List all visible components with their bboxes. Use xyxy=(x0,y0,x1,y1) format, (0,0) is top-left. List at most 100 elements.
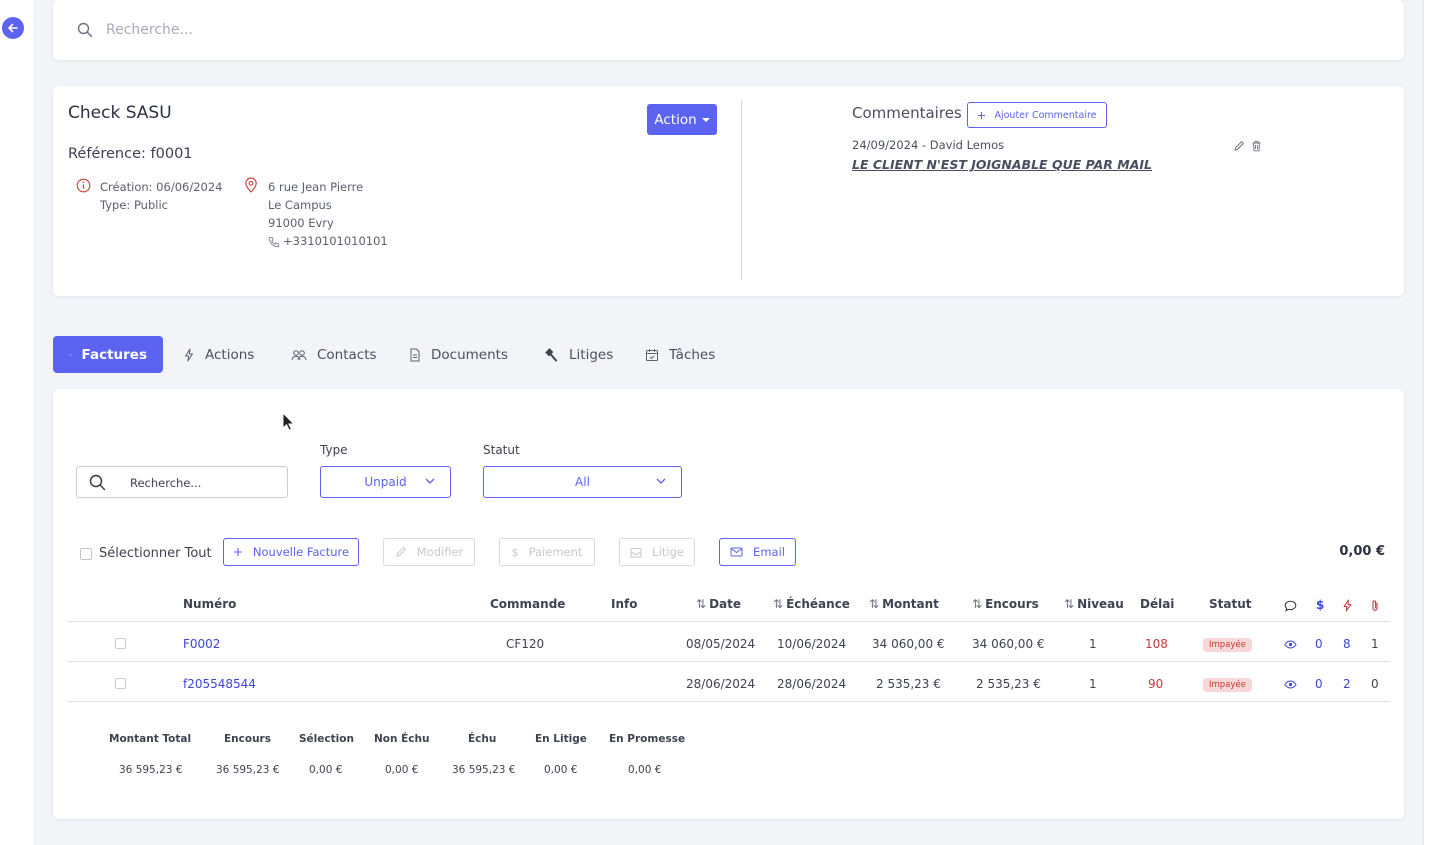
pencil-icon xyxy=(396,546,406,557)
comment-bubble-icon xyxy=(1284,600,1297,612)
action-count: 2 xyxy=(1343,677,1351,691)
col-statut[interactable]: Statut xyxy=(1209,597,1252,611)
due-date: 10/06/2024 xyxy=(777,637,847,651)
phone-number: +3310101010101 xyxy=(283,234,388,248)
col-delai[interactable]: Délai xyxy=(1140,597,1174,611)
search-input[interactable]: Recherche... xyxy=(106,22,193,38)
col-montant[interactable]: ⇅ Montant xyxy=(869,597,939,611)
envelope-icon xyxy=(730,547,743,557)
tab-label: Litiges xyxy=(569,346,614,363)
level: 1 xyxy=(1089,677,1097,691)
col-montant-label: Montant xyxy=(882,597,939,611)
col-statut-label: Statut xyxy=(1209,597,1252,611)
tab-contacts[interactable]: Contacts xyxy=(291,336,377,373)
hammer-icon xyxy=(545,347,557,361)
bolt-icon xyxy=(185,348,193,361)
due-date: 28/06/2024 xyxy=(777,677,847,691)
info-icon xyxy=(76,178,91,193)
summary-value: 0,00 € xyxy=(309,764,343,776)
action-dropdown-button[interactable]: Action xyxy=(647,104,717,135)
summary-value: 36 595,23 € xyxy=(216,764,280,776)
summary-label: Encours xyxy=(224,733,271,745)
sort-icon: ⇅ xyxy=(869,597,880,611)
status-badge: Impayée xyxy=(1203,678,1252,692)
summary-label: Sélection xyxy=(299,733,354,745)
col-info[interactable]: Info xyxy=(611,597,637,611)
select-all-checkbox[interactable] xyxy=(80,548,92,560)
trash-icon[interactable] xyxy=(1251,140,1262,152)
order-number: CF120 xyxy=(506,637,545,651)
summary-label: Échu xyxy=(468,733,497,745)
modify-button[interactable]: Modifier xyxy=(383,538,475,566)
global-search-bar[interactable]: Recherche... xyxy=(53,0,1404,60)
new-invoice-label: Nouvelle Facture xyxy=(252,545,350,559)
col-niveau-label: Niveau xyxy=(1077,597,1124,611)
summary-label: Non Échu xyxy=(374,733,430,745)
attachment-count: 0 xyxy=(1371,677,1379,691)
tab-litiges[interactable]: Litiges xyxy=(543,336,613,373)
col-commande-label: Commande xyxy=(490,597,566,611)
col-encours[interactable]: ⇅ Encours xyxy=(972,597,1039,611)
col-encours-label: Encours xyxy=(985,597,1039,611)
left-rail xyxy=(0,0,33,845)
comment-count: 0 xyxy=(1315,677,1323,691)
col-delai-label: Délai xyxy=(1140,597,1175,611)
email-label: Email xyxy=(753,545,785,559)
sort-icon: ⇅ xyxy=(972,597,983,611)
col-numero[interactable]: Numéro xyxy=(183,597,236,611)
row-checkbox[interactable] xyxy=(115,638,126,649)
col-echeance[interactable]: ⇅ Échéance xyxy=(773,597,850,611)
col-date[interactable]: ⇅ Date xyxy=(696,597,741,611)
status-filter-label: Statut xyxy=(483,443,520,457)
creation-date: Création: 06/06/2024 xyxy=(100,180,223,194)
col-niveau[interactable]: ⇅ Niveau xyxy=(1064,597,1124,611)
invoice-number-link[interactable]: F0002 xyxy=(183,637,220,651)
back-button[interactable] xyxy=(2,17,24,39)
invoice-search-field[interactable]: Recherche... xyxy=(76,466,288,498)
row-checkbox[interactable] xyxy=(115,678,126,689)
invoice-number-link[interactable]: f205548544 xyxy=(183,677,256,691)
pencil-icon[interactable] xyxy=(1233,140,1245,152)
bolt-icon xyxy=(1343,599,1352,612)
type-filter-value: Unpaid xyxy=(364,475,407,489)
tab-taches[interactable]: Tâches xyxy=(645,336,715,373)
payment-label: Paiement xyxy=(528,545,583,559)
tab-label: Tâches xyxy=(669,346,716,363)
amount: 34 060,00 € xyxy=(872,637,945,651)
dispute-button[interactable]: Litige xyxy=(619,538,695,566)
scrollbar[interactable] xyxy=(1423,0,1429,845)
tab-documents[interactable]: Documents xyxy=(409,336,508,373)
selection-total: 0,00 € xyxy=(1339,544,1385,559)
type-filter-select[interactable]: Unpaid xyxy=(320,466,451,498)
col-date-label: Date xyxy=(709,597,741,611)
select-all-label[interactable]: Sélectionner Tout xyxy=(99,546,212,561)
new-invoice-button[interactable]: Nouvelle Facture xyxy=(223,538,359,566)
email-button[interactable]: Email xyxy=(719,538,796,566)
col-commande[interactable]: Commande xyxy=(490,597,565,611)
eye-icon[interactable] xyxy=(1284,640,1297,649)
address-line-3: 91000 Evry xyxy=(268,216,334,230)
summary-label: En Litige xyxy=(535,733,587,745)
location-pin-icon xyxy=(245,177,257,193)
sort-icon: ⇅ xyxy=(773,597,784,611)
invoice-date: 28/06/2024 xyxy=(686,677,756,691)
status-filter-select[interactable]: All xyxy=(483,466,682,498)
search-icon xyxy=(89,474,106,491)
tab-bar: Factures Actions Contacts Documents Liti… xyxy=(53,336,853,373)
tab-factures[interactable]: Factures xyxy=(53,336,163,373)
add-comment-label: Ajouter Commentaire xyxy=(994,109,1097,121)
payment-button[interactable]: $ Paiement xyxy=(499,538,595,566)
level: 1 xyxy=(1089,637,1097,651)
tab-actions[interactable]: Actions xyxy=(183,336,254,373)
row-divider xyxy=(68,661,1390,662)
invoice-search-input[interactable]: Recherche... xyxy=(130,476,201,490)
eye-icon[interactable] xyxy=(1284,680,1297,689)
calendar-icon xyxy=(646,348,658,361)
summary-value: 36 595,23 € xyxy=(452,764,516,776)
action-count: 8 xyxy=(1343,637,1351,651)
comment-count: 0 xyxy=(1315,637,1323,651)
col-info-label: Info xyxy=(611,597,638,611)
row-divider xyxy=(68,701,1390,702)
modify-label: Modifier xyxy=(416,545,464,559)
add-comment-button[interactable]: Ajouter Commentaire xyxy=(967,102,1107,128)
